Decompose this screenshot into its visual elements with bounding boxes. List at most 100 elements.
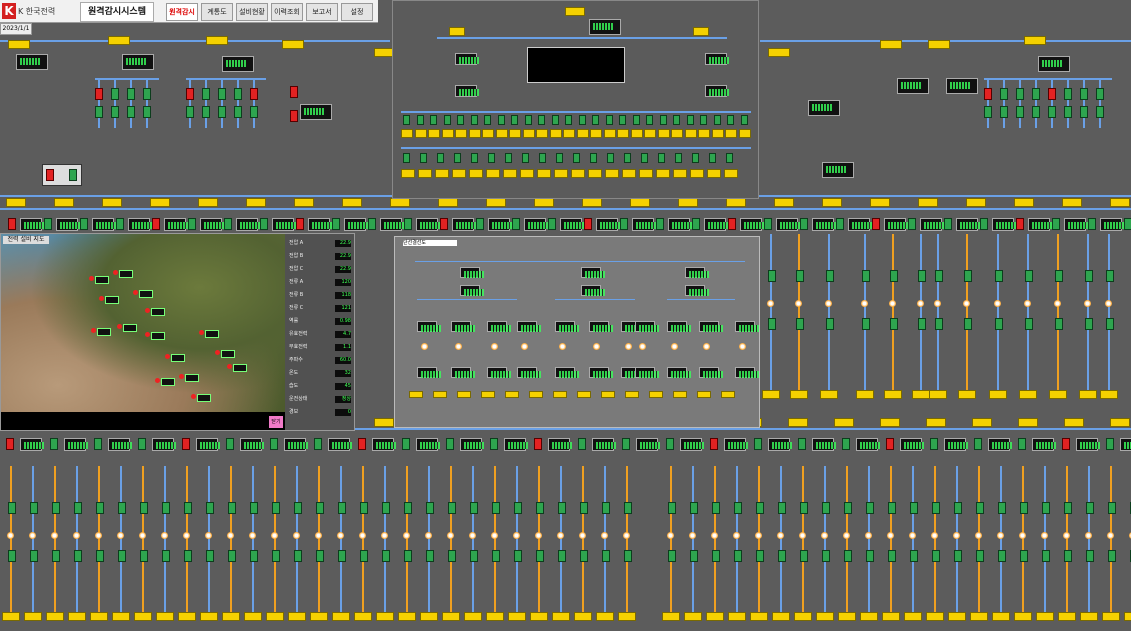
- breaker-switch[interactable]: [995, 318, 1003, 330]
- breaker-switch[interactable]: [430, 115, 437, 125]
- breaker-switch[interactable]: [228, 550, 236, 562]
- breaker-switch[interactable]: [659, 115, 667, 125]
- breaker-switch[interactable]: [551, 115, 559, 125]
- breaker-switch[interactable]: [8, 550, 16, 562]
- breaker-switch[interactable]: [836, 218, 844, 230]
- breaker-switch[interactable]: [590, 153, 597, 163]
- breaker-switch[interactable]: [52, 502, 60, 514]
- map-marker[interactable]: [221, 350, 235, 358]
- breaker-switch[interactable]: [290, 86, 298, 98]
- breaker-switch[interactable]: [470, 115, 478, 125]
- breaker-switch[interactable]: [539, 153, 546, 163]
- breaker-switch[interactable]: [1016, 106, 1024, 118]
- breaker-switch[interactable]: [658, 153, 665, 163]
- breaker-switch[interactable]: [727, 115, 734, 125]
- breaker-switch[interactable]: [522, 153, 529, 163]
- breaker-switch[interactable]: [74, 550, 82, 562]
- breaker-switch[interactable]: [404, 550, 412, 562]
- map-marker[interactable]: [151, 332, 165, 340]
- breaker-switch[interactable]: [360, 502, 368, 514]
- breaker-switch[interactable]: [1025, 270, 1033, 282]
- breaker-switch[interactable]: [402, 438, 410, 450]
- breaker-switch[interactable]: [338, 550, 346, 562]
- breaker-switch[interactable]: [250, 502, 258, 514]
- breaker-switch[interactable]: [709, 153, 716, 163]
- breaker-switch[interactable]: [728, 218, 736, 230]
- breaker-switch[interactable]: [954, 502, 962, 514]
- breaker-switch[interactable]: [932, 502, 940, 514]
- breaker-switch[interactable]: [910, 502, 918, 514]
- breaker-switch[interactable]: [505, 153, 512, 163]
- map-marker[interactable]: [197, 394, 211, 402]
- breaker-switch[interactable]: [918, 318, 926, 330]
- breaker-switch[interactable]: [964, 318, 972, 330]
- breaker-switch[interactable]: [558, 550, 566, 562]
- breaker-switch[interactable]: [995, 270, 1003, 282]
- breaker-switch[interactable]: [250, 550, 258, 562]
- breaker-switch[interactable]: [1096, 88, 1104, 100]
- breaker-switch[interactable]: [511, 115, 518, 125]
- breaker-switch[interactable]: [426, 502, 434, 514]
- breaker-switch[interactable]: [984, 88, 992, 100]
- breaker-switch[interactable]: [1020, 502, 1028, 514]
- breaker-switch[interactable]: [578, 438, 586, 450]
- breaker-switch[interactable]: [1064, 106, 1072, 118]
- breaker-switch[interactable]: [976, 502, 984, 514]
- breaker-switch[interactable]: [1085, 318, 1093, 330]
- breaker-switch[interactable]: [218, 88, 226, 100]
- breaker-switch[interactable]: [888, 550, 896, 562]
- breaker-switch[interactable]: [290, 110, 298, 122]
- breaker-switch[interactable]: [448, 550, 456, 562]
- breaker-switch[interactable]: [1096, 106, 1104, 118]
- breaker-switch[interactable]: [403, 115, 410, 125]
- breaker-switch[interactable]: [202, 106, 210, 118]
- breaker-switch[interactable]: [768, 318, 776, 330]
- breaker-switch[interactable]: [512, 218, 520, 230]
- breaker-switch[interactable]: [690, 550, 698, 562]
- breaker-switch[interactable]: [1052, 218, 1060, 230]
- breaker-switch[interactable]: [338, 502, 346, 514]
- breaker-switch[interactable]: [768, 270, 776, 282]
- breaker-switch[interactable]: [420, 153, 427, 163]
- breaker-switch[interactable]: [712, 502, 720, 514]
- breaker-switch[interactable]: [580, 502, 588, 514]
- breaker-switch[interactable]: [368, 218, 376, 230]
- breaker-switch[interactable]: [734, 502, 742, 514]
- breaker-switch[interactable]: [188, 218, 196, 230]
- breaker-switch[interactable]: [1000, 88, 1008, 100]
- breaker-switch[interactable]: [826, 270, 834, 282]
- breaker-switch[interactable]: [95, 106, 103, 118]
- breaker-switch[interactable]: [404, 218, 412, 230]
- breaker-switch[interactable]: [490, 438, 498, 450]
- breaker-switch[interactable]: [1085, 270, 1093, 282]
- breaker-switch[interactable]: [673, 115, 680, 125]
- breaker-switch[interactable]: [50, 438, 58, 450]
- breaker-switch[interactable]: [556, 153, 563, 163]
- breaker-switch[interactable]: [888, 502, 896, 514]
- breaker-switch[interactable]: [272, 550, 280, 562]
- breaker-switch[interactable]: [426, 550, 434, 562]
- breaker-switch[interactable]: [332, 218, 340, 230]
- breaker-switch[interactable]: [143, 106, 151, 118]
- breaker-switch[interactable]: [1042, 550, 1050, 562]
- breaker-switch[interactable]: [8, 218, 16, 230]
- breaker-switch[interactable]: [250, 106, 258, 118]
- breaker-switch[interactable]: [675, 153, 682, 163]
- breaker-switch[interactable]: [95, 88, 103, 100]
- breaker-switch[interactable]: [890, 270, 898, 282]
- breaker-switch[interactable]: [1025, 318, 1033, 330]
- breaker-switch[interactable]: [930, 438, 938, 450]
- breaker-switch[interactable]: [866, 502, 874, 514]
- breaker-switch[interactable]: [497, 115, 505, 125]
- breaker-switch[interactable]: [152, 218, 160, 230]
- breaker-switch[interactable]: [1000, 106, 1008, 118]
- breaker-switch[interactable]: [584, 218, 592, 230]
- breaker-switch[interactable]: [756, 550, 764, 562]
- breaker-switch[interactable]: [1032, 88, 1040, 100]
- breaker-switch[interactable]: [548, 218, 556, 230]
- breaker-switch[interactable]: [294, 502, 302, 514]
- breaker-switch[interactable]: [1048, 88, 1056, 100]
- map-marker[interactable]: [205, 330, 219, 338]
- breaker-switch[interactable]: [1055, 318, 1063, 330]
- breaker-switch[interactable]: [890, 318, 898, 330]
